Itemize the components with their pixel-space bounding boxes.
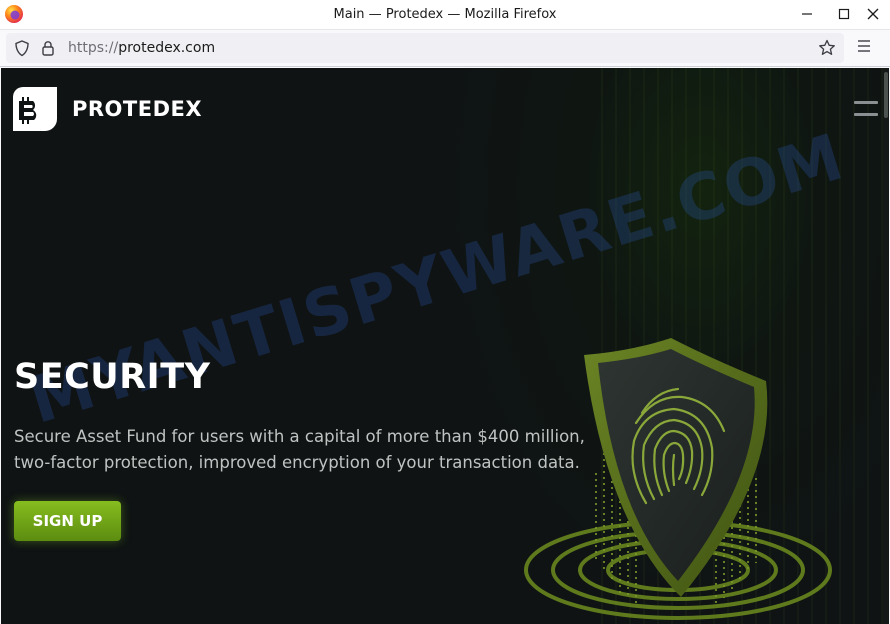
navigation-toolbar: https://protedex.com	[0, 30, 890, 67]
close-button[interactable]	[856, 0, 890, 28]
lock-icon[interactable]	[41, 40, 55, 56]
page-scrollbar[interactable]	[883, 68, 889, 624]
page-viewport: PROTEDEX MYANTISPYWARE.COM SECURITY Secu…	[1, 68, 889, 624]
signup-button[interactable]: SIGN UP	[14, 501, 121, 541]
url-text[interactable]: https://protedex.com	[68, 40, 215, 56]
shield-icon[interactable]	[14, 40, 30, 57]
minimize-icon	[802, 13, 812, 15]
url-bar[interactable]: https://protedex.com	[6, 33, 844, 63]
window-titlebar: Main — Protedex — Mozilla Firefox	[0, 0, 890, 30]
site-brand-name[interactable]: PROTEDEX	[72, 97, 202, 121]
scrollbar-thumb[interactable]	[884, 72, 888, 118]
star-icon[interactable]	[818, 39, 836, 57]
window-title: Main — Protedex — Mozilla Firefox	[333, 7, 557, 22]
protedex-logo-icon[interactable]	[13, 87, 57, 131]
security-shield-illustration	[524, 338, 832, 620]
close-icon	[867, 8, 879, 20]
url-protocol: https://	[68, 40, 119, 56]
url-host: protedex.com	[118, 40, 216, 56]
minimize-button[interactable]	[790, 0, 824, 28]
hamburger-icon[interactable]	[856, 39, 872, 53]
site-menu-button[interactable]	[854, 101, 878, 117]
hero-title: SECURITY	[14, 357, 211, 397]
maximize-icon	[838, 8, 850, 20]
